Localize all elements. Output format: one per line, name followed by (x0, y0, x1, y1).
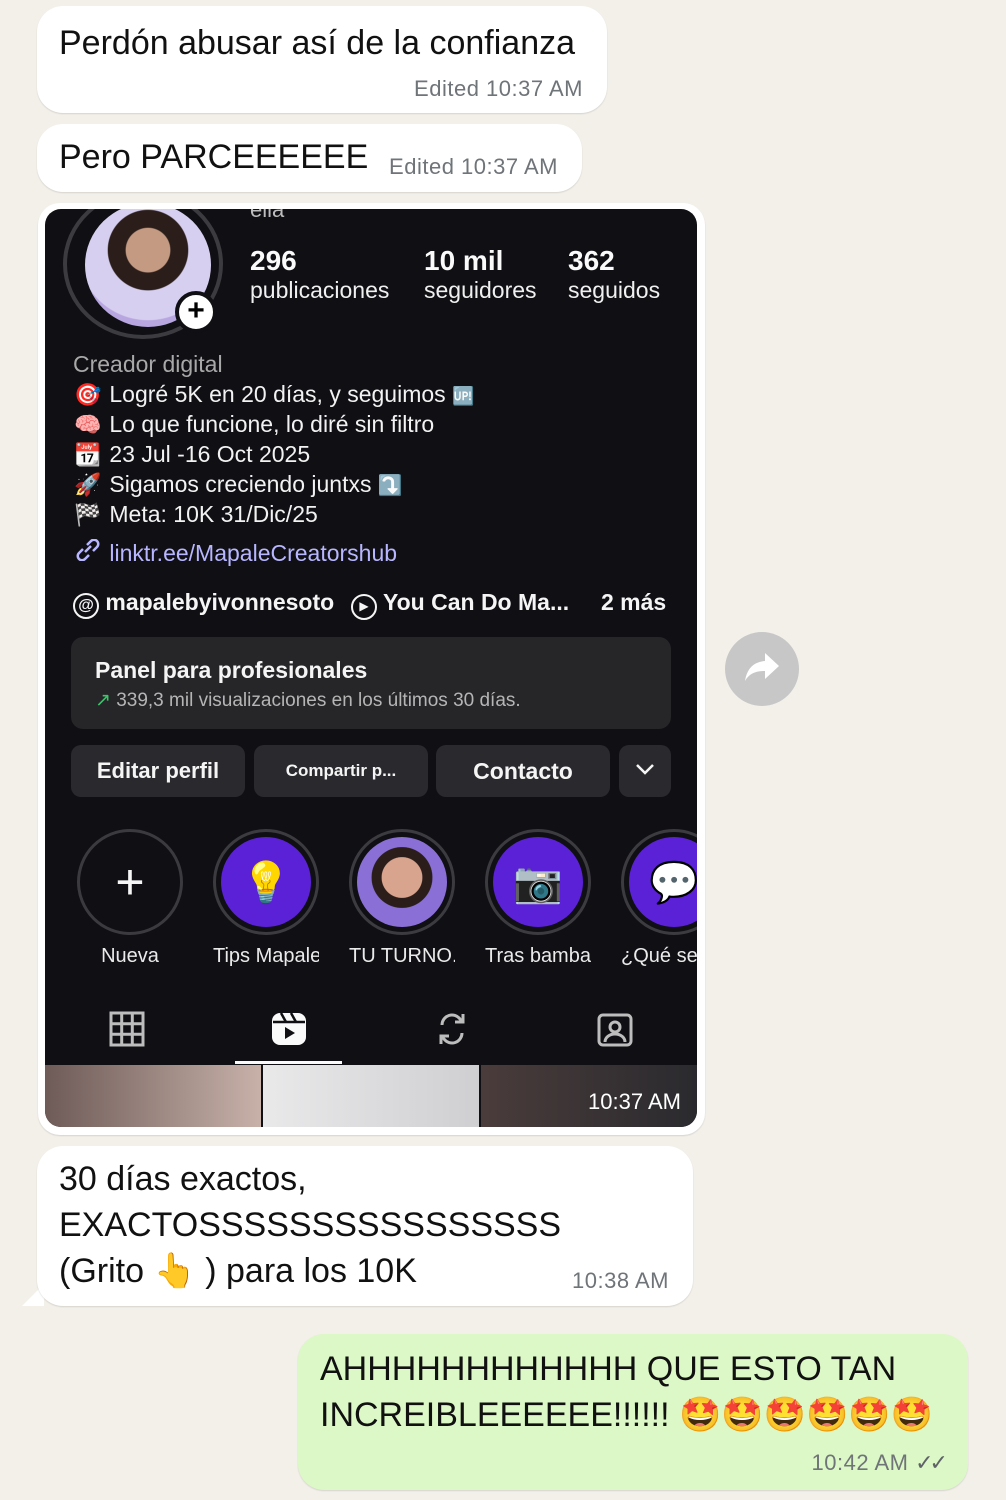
message-bubble-2[interactable]: Pero PARCEEEEEE Edited 10:37 AM (37, 124, 582, 192)
thumbnail[interactable] (45, 1065, 261, 1127)
stat-followers[interactable]: 10 mil seguidores (424, 245, 537, 304)
chevron-down-icon (635, 762, 655, 780)
bio-line: 🧠 Lo que funcione, lo diré sin filtro (73, 411, 434, 438)
panel-subtitle-text: 339,3 mil visualizaciones en los últimos… (116, 690, 521, 711)
message-meta: Edited 10:37 AM (414, 76, 583, 101)
bio-text: 23 Jul -16 Oct 2025 (109, 441, 311, 467)
forward-icon (743, 651, 781, 688)
bio-text: Logré 5K en 20 días, y seguimos (109, 381, 446, 407)
message-bubble-1[interactable]: Perdón abusar así de la confianza Edited… (37, 6, 607, 113)
highlight-ring: 📷 (485, 829, 591, 935)
panel-title: Panel para profesionales (95, 657, 368, 683)
read-receipt-icon: ✓✓ (915, 1450, 948, 1475)
link-text: linktr.ee/MapaleCreatorshub (109, 540, 398, 566)
stat-number: 10 mil (424, 245, 504, 276)
repost-icon[interactable] (432, 1009, 472, 1049)
highlight-ring: 💡 (213, 829, 319, 935)
professional-dashboard[interactable]: Panel para profesionales ↗ 339,3 mil vis… (71, 637, 671, 729)
highlight-label: ¿Qué se c (621, 945, 697, 967)
highlight-tips[interactable]: 💡 Tips Mapale (213, 829, 319, 968)
message-text: 30 días exactos, EXACTOSSSSSSSSSSSSSSSS … (59, 1160, 562, 1290)
stat-label: seguidos (568, 277, 661, 303)
add-story-icon: + (175, 291, 217, 333)
threads-icon: @ (73, 593, 99, 619)
checkered-flag-icon: 🏁 (74, 502, 102, 527)
profile-name: ella (250, 209, 285, 222)
bio-line: 🎯 Logré 5K en 20 días, y seguimos 🆙 (73, 381, 474, 408)
stat-label: publicaciones (250, 277, 390, 303)
message-meta: 10:42 AM ✓✓ (811, 1450, 948, 1476)
stat-number: 296 (250, 245, 297, 276)
image-timestamp: 10:37 AM (588, 1089, 681, 1114)
highlight-label: Nueva (101, 945, 159, 967)
rocket-icon: 🚀 (74, 472, 102, 497)
message-meta: Edited 10:37 AM (389, 154, 558, 179)
target-icon: 🎯 (74, 382, 102, 407)
arrow-down-icon: ⤵️ (377, 475, 403, 497)
highlight-label: Tras bamba... (485, 945, 591, 967)
calendar-icon: 📆 (74, 442, 102, 467)
stat-label: seguidores (424, 277, 537, 303)
threads-badge[interactable]: @ mapalebyivonnesoto (73, 589, 334, 619)
thumbnail[interactable] (263, 1065, 479, 1127)
image-message[interactable]: ella + 296 publicaciones 10 mil seguidor… (38, 203, 705, 1135)
stat-following[interactable]: 362 seguidos (568, 245, 660, 304)
message-text: Perdón abusar así de la confianza (59, 24, 576, 62)
message-time: 10:42 AM (811, 1450, 909, 1475)
highlight-label: TU TURNO... (349, 945, 455, 967)
highlight-ring: 💬 (621, 829, 697, 935)
profile-link[interactable]: linktr.ee/MapaleCreatorshub (73, 538, 398, 567)
highlight-label: Tips Mapale (213, 945, 319, 967)
reels-thumbnails: 10:37 AM (45, 1065, 697, 1127)
stat-number: 362 (568, 245, 615, 276)
trend-up-icon: ↗ (95, 690, 111, 711)
chat-bubbles-icon: 💬 (629, 837, 697, 927)
lightbulb-icon: 💡 (221, 837, 311, 927)
plus-icon: + (115, 854, 145, 910)
suggestions-button[interactable] (619, 745, 671, 797)
channel-name: You Can Do Ma... (382, 589, 570, 615)
message-text: Pero PARCEEEEEE (59, 138, 369, 176)
grid-icon[interactable] (107, 1009, 147, 1049)
instagram-profile-screenshot[interactable]: ella + 296 publicaciones 10 mil seguidor… (45, 209, 697, 1127)
up-icon: 🆙 (452, 386, 475, 406)
message-bubble-5[interactable]: AHHHHHHHHHHHH QUE ESTO TAN INCREIBLEEEEE… (298, 1334, 968, 1490)
more-links[interactable]: 2 más (601, 589, 666, 616)
highlight-ring: + (77, 829, 183, 935)
message-meta: 10:38 AM (572, 1268, 669, 1293)
panel-subtitle: ↗ 339,3 mil visualizaciones en los últim… (95, 689, 521, 712)
channel-badge[interactable]: ▶ You Can Do Ma... (351, 589, 569, 620)
bio-text: Sigamos creciendo juntxs (109, 471, 372, 497)
bio-line: 🏁 Meta: 10K 31/Dic/25 (73, 501, 318, 528)
edit-profile-button[interactable]: Editar perfil (71, 745, 245, 797)
highlight-ring (349, 829, 455, 935)
highlight-new[interactable]: + Nueva (77, 829, 183, 968)
face-photo (357, 837, 447, 927)
share-profile-button[interactable]: Compartir p... (254, 745, 428, 797)
link-icon (73, 538, 103, 567)
threads-handle: mapalebyivonnesoto (105, 589, 335, 615)
highlight-tras-bambalinas[interactable]: 📷 Tras bamba... (485, 829, 591, 968)
bio-text: Meta: 10K 31/Dic/25 (109, 501, 318, 527)
message-bubble-4[interactable]: 30 días exactos, EXACTOSSSSSSSSSSSSSSSS … (37, 1146, 693, 1306)
bio-line: 🚀 Sigamos creciendo juntxs ⤵️ (73, 471, 403, 498)
active-tab-indicator (235, 1061, 342, 1064)
message-text: AHHHHHHHHHHHH QUE ESTO TAN INCREIBLEEEEE… (320, 1350, 934, 1434)
contact-button[interactable]: Contacto (436, 745, 610, 797)
forward-button[interactable] (725, 632, 799, 706)
highlight-que-se[interactable]: 💬 ¿Qué se c (621, 829, 697, 968)
camera-icon: 📷 (493, 837, 583, 927)
bio-line: 📆 23 Jul -16 Oct 2025 (73, 441, 310, 468)
play-circle-icon: ▶ (351, 594, 377, 620)
tagged-icon[interactable] (595, 1009, 635, 1049)
stat-posts: 296 publicaciones (250, 245, 389, 304)
profile-category: Creador digital (73, 351, 223, 377)
highlight-tu-turno[interactable]: TU TURNO... (349, 829, 455, 968)
brain-icon: 🧠 (74, 412, 102, 437)
reels-icon[interactable] (269, 1009, 309, 1049)
bio-text: Lo que funcione, lo diré sin filtro (109, 411, 435, 437)
